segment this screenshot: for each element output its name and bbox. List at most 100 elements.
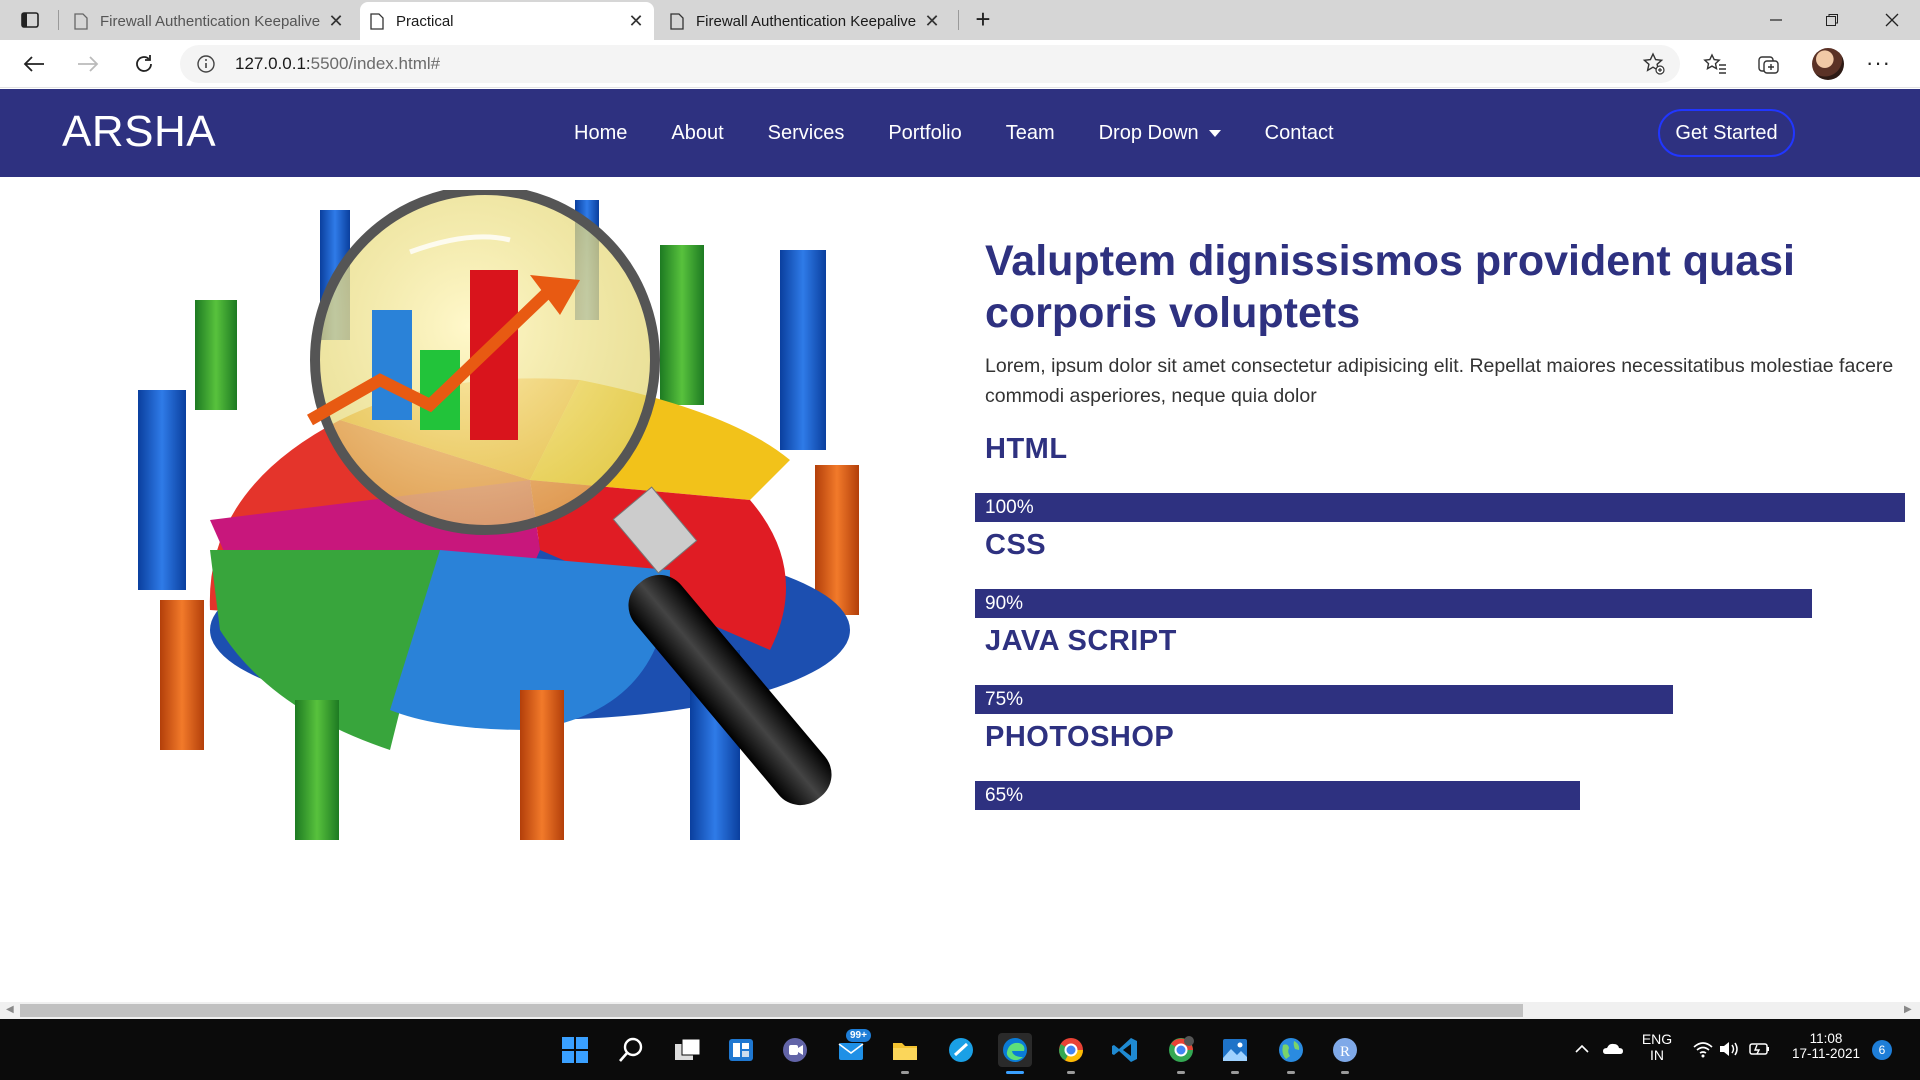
progress-track: 100% [975, 493, 1905, 522]
url-host: 127.0.0.1: [235, 54, 311, 73]
page-icon [74, 12, 88, 30]
widgets-icon [729, 1039, 753, 1061]
ms-store-button[interactable] [944, 1033, 978, 1067]
url-path: 5500/index.html# [310, 54, 441, 73]
chrome-profile-icon [1169, 1036, 1194, 1062]
nav-team[interactable]: Team [1006, 122, 1055, 145]
forward-arrow-icon [78, 56, 99, 72]
favorites-button[interactable] [1700, 50, 1730, 78]
r-app-button[interactable]: R [1328, 1033, 1362, 1067]
scroll-left-icon[interactable]: ◀ [6, 1004, 14, 1015]
tab-title: Firewall Authentication Keepalive [100, 12, 320, 30]
add-favorite-icon[interactable] [1642, 52, 1666, 76]
tab-firewall-1[interactable]: Firewall Authentication Keepalive ✕ [64, 2, 354, 40]
close-window-button[interactable] [1864, 0, 1920, 40]
close-icon [1885, 13, 1899, 27]
progress-track: 75% [975, 685, 1905, 714]
maps-button[interactable] [1274, 1033, 1308, 1067]
running-indicator-active [1006, 1071, 1024, 1074]
chevron-up-icon[interactable] [1574, 1041, 1590, 1057]
section-headline: Valuptem dignissismos provident quasi co… [985, 237, 1796, 337]
tab-practical[interactable]: Practical ✕ [360, 2, 654, 40]
address-bar[interactable]: 127.0.0.1:5500/index.html# [180, 45, 1680, 83]
edge-icon [1003, 1038, 1027, 1062]
section-lead: Lorem, ipsum dolor sit amet consectetur … [985, 351, 1920, 411]
scroll-right-icon[interactable]: ▶ [1904, 1004, 1912, 1015]
url-text[interactable]: 127.0.0.1:5500/index.html# [235, 54, 440, 74]
skill-name: PHOTOSHOP [985, 721, 1175, 753]
get-started-button[interactable]: Get Started [1658, 109, 1795, 157]
horizontal-scrollbar[interactable]: ◀ ▶ [0, 1002, 1920, 1019]
notification-count-badge[interactable]: 6 [1872, 1040, 1892, 1060]
language-indicator[interactable]: ENG IN [1640, 1031, 1674, 1063]
teams-chat-button[interactable] [778, 1033, 812, 1067]
page-icon [670, 12, 684, 30]
file-explorer-button[interactable] [888, 1033, 922, 1067]
nav-contact[interactable]: Contact [1265, 122, 1334, 145]
running-indicator [1067, 1071, 1075, 1074]
caret-down-icon [1208, 129, 1221, 137]
tab-separator [58, 10, 59, 30]
running-indicator [1287, 1071, 1295, 1074]
skill-name: CSS [985, 529, 1047, 561]
region-code: IN [1650, 1047, 1664, 1063]
chrome-icon [1059, 1038, 1083, 1063]
minimize-button[interactable] [1748, 0, 1804, 40]
profile-avatar[interactable] [1812, 48, 1844, 80]
search-icon [619, 1037, 643, 1062]
scrollbar-thumb[interactable] [20, 1004, 1523, 1017]
nav-services[interactable]: Services [768, 122, 845, 145]
volume-icon[interactable] [1718, 1039, 1742, 1059]
clock-time: 11:08 [1809, 1031, 1843, 1046]
folder-icon [893, 1043, 917, 1060]
battery-icon[interactable] [1748, 1039, 1772, 1059]
tab-close-icon[interactable]: ✕ [628, 11, 644, 32]
site-logo[interactable]: ARSHA [62, 107, 216, 157]
edge-button[interactable] [998, 1033, 1032, 1067]
edge-dev-icon [949, 1038, 973, 1062]
tab-actions-icon[interactable] [14, 8, 46, 32]
vscode-icon [1112, 1038, 1137, 1062]
nav-about[interactable]: About [671, 122, 723, 145]
tab-close-icon[interactable]: ✕ [328, 11, 344, 32]
nav-home[interactable]: Home [574, 122, 627, 145]
chrome-button[interactable] [1054, 1033, 1088, 1067]
nav-portfolio[interactable]: Portfolio [888, 122, 961, 145]
photos-button[interactable] [1218, 1033, 1252, 1067]
forward-button[interactable] [70, 48, 106, 80]
back-button[interactable] [16, 48, 52, 80]
skills-section: Valuptem dignissismos provident quasi co… [975, 235, 1920, 810]
refresh-button[interactable] [126, 48, 162, 80]
windows-taskbar: 99+ R ENG IN 11:08 17-11-2021 [0, 1019, 1920, 1080]
search-button[interactable] [614, 1033, 648, 1067]
restore-button[interactable] [1804, 0, 1860, 40]
clock[interactable]: 11:08 17-11-2021 [1788, 1031, 1864, 1061]
task-view-button[interactable] [670, 1033, 704, 1067]
skill-name: JAVA SCRIPT [985, 625, 1177, 657]
widgets-button[interactable] [724, 1033, 758, 1067]
vscode-button[interactable] [1108, 1033, 1142, 1067]
progress-track: 65% [975, 781, 1905, 810]
tab-close-icon[interactable]: ✕ [924, 11, 940, 32]
running-indicator [901, 1071, 909, 1074]
language-code: ENG [1641, 1031, 1673, 1047]
back-arrow-icon [23, 56, 44, 72]
nav-dropdown[interactable]: Drop Down [1099, 122, 1221, 145]
collections-button[interactable] [1754, 50, 1784, 78]
r-letter-icon: R [1333, 1038, 1357, 1062]
refresh-icon [136, 55, 152, 72]
start-button[interactable] [558, 1033, 592, 1067]
new-tab-button[interactable]: + [966, 4, 1000, 36]
lead-line-2: commodi asperiores, neque quia dolor [985, 385, 1317, 407]
nav-dropdown-label: Drop Down [1098, 121, 1199, 144]
mail-unread-badge: 99+ [846, 1029, 871, 1042]
site-header: ARSHA Home About Services Portfolio Team… [0, 89, 1920, 177]
more-menu-icon[interactable]: ··· [1866, 50, 1891, 76]
tab-title: Firewall Authentication Keepalive [696, 12, 916, 30]
site-info-icon[interactable] [196, 54, 216, 74]
tab-firewall-2[interactable]: Firewall Authentication Keepalive ✕ [660, 2, 950, 40]
browser-toolbar: 127.0.0.1:5500/index.html# ··· [0, 40, 1920, 88]
onedrive-icon[interactable] [1602, 1039, 1624, 1059]
chrome-profile-button[interactable] [1164, 1033, 1198, 1067]
wifi-icon[interactable] [1692, 1039, 1714, 1059]
